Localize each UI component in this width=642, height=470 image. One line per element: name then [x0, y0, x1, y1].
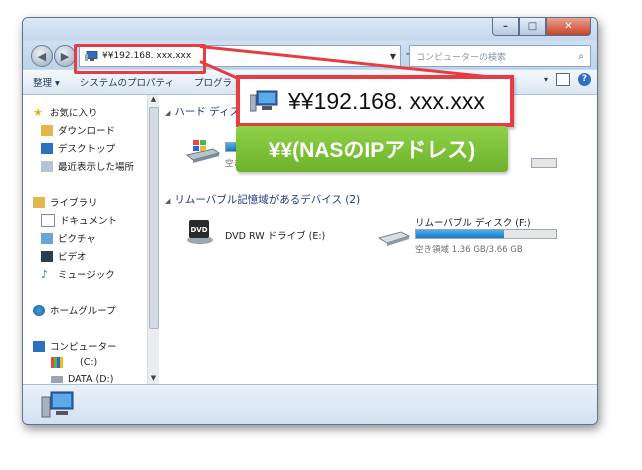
address-highlight-box [74, 44, 206, 74]
scroll-up-icon[interactable]: ▲ [148, 95, 159, 105]
nav-documents-label: ドキュメント [60, 216, 118, 227]
nav-homegroup-label: ホームグループ [50, 306, 116, 317]
removable-group-header[interactable]: ◢ リムーバブル記憶域があるデバイス (2) [165, 192, 360, 207]
nas-ip-note: ¥¥(NASのIPアドレス) [236, 126, 508, 172]
star-icon: ★ [33, 105, 43, 119]
removable-free-text: 空き領域 1.36 GB/3.66 GB [415, 245, 523, 255]
hard-drive-icon [51, 376, 63, 383]
nav-favorites-label: お気に入り [50, 108, 98, 119]
close-button[interactable]: ✕ [546, 18, 591, 36]
view-options-icon[interactable]: ▾ [544, 75, 548, 84]
details-pane [23, 384, 597, 424]
nav-drive-c-label: (C:) [80, 357, 98, 368]
c-drive-bar-end [531, 158, 557, 168]
svg-text:DVD: DVD [190, 226, 207, 234]
nav-pane-scrollbar[interactable]: ▲ ▼ [147, 95, 159, 384]
search-box[interactable]: コンピューターの検索 ⌕ [409, 45, 591, 67]
search-placeholder: コンピューターの検索 [416, 52, 507, 63]
address-dropdown-icon[interactable]: ▼ [386, 52, 400, 61]
nav-downloads-label: ダウンロード [58, 126, 116, 137]
hard-disk-group-header[interactable]: ◢ ハード ディス [165, 104, 240, 119]
nav-computer-label: コンピューター [50, 342, 117, 353]
downloads-folder-icon [41, 124, 53, 136]
nav-favorites[interactable]: ★ お気に入り [33, 105, 98, 120]
removable-drive-icon[interactable] [377, 226, 411, 248]
address-callout: ¥¥192.168. xxx.xxx [236, 75, 514, 127]
nav-pictures-label: ピクチャ [58, 234, 96, 245]
videos-icon [41, 250, 53, 262]
nav-videos[interactable]: ビデオ [41, 249, 87, 263]
dvd-drive-label[interactable]: DVD RW ドライブ (E:) [225, 228, 325, 242]
homegroup-icon [33, 304, 45, 316]
nav-recent-label: 最近表示した場所 [58, 162, 135, 173]
nav-documents[interactable]: ドキュメント [41, 213, 117, 227]
scrollbar-thumb[interactable] [149, 107, 159, 329]
scroll-down-icon[interactable]: ▼ [148, 374, 159, 384]
nav-computer[interactable]: コンピューター [33, 339, 117, 353]
computer-icon [41, 391, 75, 419]
nav-libraries[interactable]: ライブラリ [33, 195, 98, 209]
nav-desktop[interactable]: デスクトップ [41, 141, 115, 155]
back-arrow-icon: ◀ [37, 49, 47, 63]
caption-buttons: – □ ✕ [492, 18, 591, 36]
search-icon[interactable]: ⌕ [572, 51, 590, 62]
nav-recent[interactable]: 最近表示した場所 [41, 159, 134, 173]
computer-icon [249, 90, 278, 112]
nav-music-label: ミュージック [58, 270, 115, 281]
preview-pane-icon[interactable] [556, 73, 570, 86]
desktop-icon [41, 142, 53, 154]
windows-drive-icon[interactable] [185, 137, 221, 165]
music-icon: ♪ [41, 267, 49, 281]
documents-icon [41, 213, 55, 227]
computer-icon [33, 340, 45, 352]
forward-arrow-icon: ▶ [60, 49, 70, 63]
command-bar-right: ▾ ? [544, 73, 591, 86]
recent-places-icon [41, 160, 53, 172]
collapse-arrow-icon: ◢ [165, 109, 171, 117]
nas-ip-note-text: ¥¥(NASのIPアドレス) [268, 139, 476, 162]
nav-libraries-label: ライブラリ [50, 198, 98, 209]
collapse-arrow-icon: ◢ [165, 197, 171, 205]
system-properties-button[interactable]: システムのプロパティ [70, 75, 184, 89]
title-bar: – □ ✕ [23, 18, 597, 40]
removable-usage-bar [415, 229, 557, 239]
nav-pictures[interactable]: ピクチャ [41, 231, 96, 245]
nav-desktop-label: デスクトップ [58, 144, 116, 155]
minimize-button[interactable]: – [492, 18, 519, 36]
organize-menu[interactable]: 整理 ▾ [23, 75, 70, 89]
nav-homegroup[interactable]: ホームグループ [33, 303, 116, 317]
removable-header-label: リムーバブル記憶域があるデバイス (2) [174, 194, 361, 206]
windows-drive-icon [51, 357, 63, 368]
hard-disk-header-label: ハード ディス [174, 106, 240, 118]
maximize-button[interactable]: □ [519, 18, 546, 36]
pictures-icon [41, 232, 53, 244]
nav-music[interactable]: ♪ ミュージック [41, 267, 115, 282]
help-icon[interactable]: ? [578, 73, 591, 86]
nav-videos-label: ビデオ [58, 252, 87, 263]
callout-address-text: ¥¥192.168. xxx.xxx [288, 87, 485, 114]
navigation-pane: ★ お気に入り ダウンロード デスクトップ 最近表示した場所 ライブラリ ドキュ… [23, 95, 147, 385]
forward-button[interactable]: ▶ [54, 45, 76, 67]
back-button[interactable]: ◀ [31, 45, 53, 67]
nav-downloads[interactable]: ダウンロード [41, 123, 115, 137]
nav-drive-c[interactable]: (C:) [51, 357, 97, 368]
dvd-drive-icon[interactable]: DVD [185, 216, 215, 246]
library-icon [33, 196, 45, 208]
removable-drive-label[interactable]: リムーバブル ディスク (F:) [415, 215, 531, 229]
removable-usage-fill [416, 230, 505, 238]
